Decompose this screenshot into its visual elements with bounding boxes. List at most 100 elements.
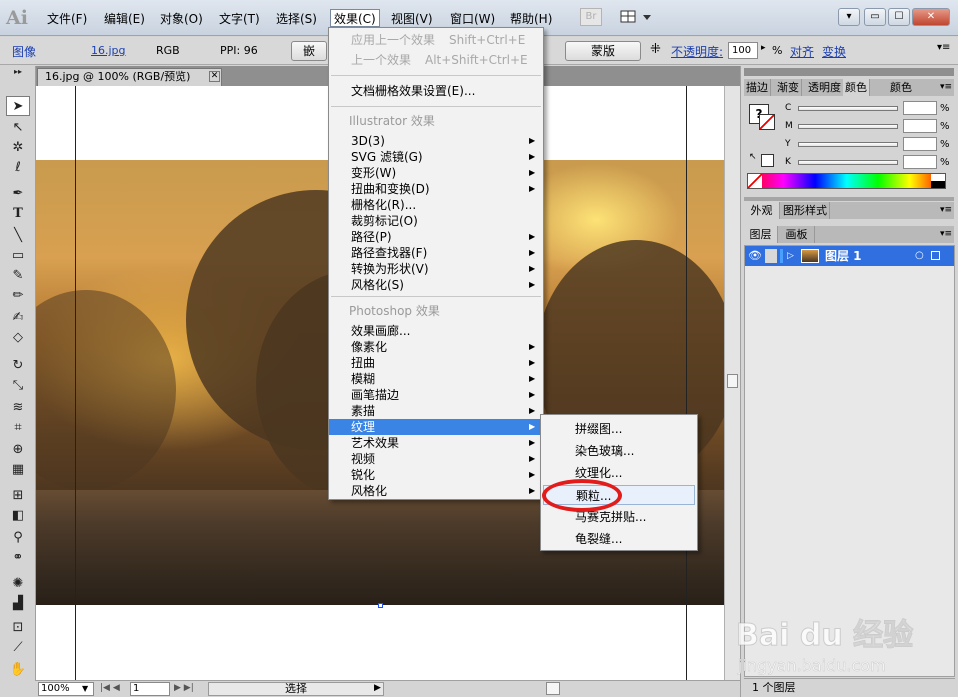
menu-window[interactable]: 窗口(W) xyxy=(447,10,498,28)
vertical-scroll-thumb[interactable] xyxy=(727,374,738,388)
menu-type[interactable]: 文字(T) xyxy=(216,10,263,28)
direct-selection-tool-icon[interactable]: ↖ xyxy=(6,118,30,138)
symbol-sprayer-tool-icon[interactable]: ✺ xyxy=(6,574,30,594)
black-swatch[interactable] xyxy=(931,181,945,188)
menu-effect-gallery[interactable]: 效果画廊... xyxy=(329,323,543,339)
warp-tool-icon[interactable]: ≋ xyxy=(6,398,30,418)
column-graph-tool-icon[interactable]: ▟ xyxy=(6,594,30,614)
tab-artboards[interactable]: 画板 xyxy=(779,226,815,243)
menu-rasterize[interactable]: 栅格化(R)... xyxy=(329,197,543,213)
type-tool-icon[interactable]: T xyxy=(6,204,30,224)
menu-distort-transform[interactable]: 扭曲和变换(D) ▶ xyxy=(329,181,543,197)
black-slider[interactable] xyxy=(798,160,898,165)
menu-crop-marks[interactable]: 裁剪标记(O) xyxy=(329,213,543,229)
tools-collapse-icon[interactable]: ▸▸ xyxy=(6,68,30,76)
appearance-panel-menu-icon[interactable]: ▾≡ xyxy=(940,202,952,219)
slice-tool-icon[interactable]: ⟋ xyxy=(6,638,30,658)
vertical-scrollbar[interactable] xyxy=(724,86,740,680)
line-tool-icon[interactable]: ╲ xyxy=(6,226,30,246)
pencil-tool-icon[interactable]: ✏ xyxy=(6,286,30,306)
selection-tool-icon[interactable]: ➤ xyxy=(6,96,30,116)
menu-document-raster-settings[interactable]: 文档栅格效果设置(E)... xyxy=(329,83,543,99)
menu-warp[interactable]: 变形(W) ▶ xyxy=(329,165,543,181)
magic-wand-tool-icon[interactable]: ✲ xyxy=(6,138,30,158)
target-icon[interactable]: ○ xyxy=(915,246,924,266)
magenta-input[interactable] xyxy=(903,119,937,133)
menu-artistic[interactable]: 艺术效果 ▶ xyxy=(329,435,543,451)
zoom-dropdown-arrow-icon[interactable]: ▼ xyxy=(82,684,88,693)
shape-builder-tool-icon[interactable]: ⊕ xyxy=(6,440,30,460)
free-transform-tool-icon[interactable]: ⌗ xyxy=(6,418,30,438)
maximize-button[interactable]: ☐ xyxy=(888,8,910,26)
horizontal-scroll-thumb[interactable] xyxy=(546,682,560,695)
current-tool-status[interactable]: 选择 xyxy=(208,682,384,696)
magenta-slider[interactable] xyxy=(798,124,898,129)
menu-blur[interactable]: 模糊 ▶ xyxy=(329,371,543,387)
document-tab[interactable]: 16.jpg @ 100% (RGB/预览) ✕ xyxy=(37,68,222,86)
minimize-button[interactable]: ▭ xyxy=(864,8,886,26)
transform-link[interactable]: 变换 xyxy=(822,43,846,60)
rectangle-tool-icon[interactable]: ▭ xyxy=(6,246,30,266)
mask-button[interactable]: 蒙版 xyxy=(565,41,641,61)
layer-name[interactable]: 图层 1 xyxy=(825,246,862,266)
menu-stained-glass[interactable]: 染色玻璃... xyxy=(543,441,695,461)
pen-tool-icon[interactable]: ✒ xyxy=(6,184,30,204)
blob-brush-tool-icon[interactable]: ✍ xyxy=(6,308,30,328)
paintbrush-tool-icon[interactable]: ✎ xyxy=(6,266,30,286)
menu-file[interactable]: 文件(F) xyxy=(44,10,90,28)
rotate-tool-icon[interactable]: ↻ xyxy=(6,356,30,376)
menu-help[interactable]: 帮助(H) xyxy=(507,10,555,28)
artboard-number-input[interactable]: 1 xyxy=(130,682,170,696)
menu-convert-to-shape[interactable]: 转换为形状(V) ▶ xyxy=(329,261,543,277)
menu-pathfinder[interactable]: 路径查找器(F) ▶ xyxy=(329,245,543,261)
color-spectrum[interactable] xyxy=(747,173,946,189)
menu-sharpen[interactable]: 锐化 ▶ xyxy=(329,467,543,483)
first-artboard-icon[interactable]: |◀ ◀ xyxy=(100,683,120,693)
menu-object[interactable]: 对象(O) xyxy=(157,10,206,28)
eyedropper-tool-icon[interactable]: ⚲ xyxy=(6,528,30,548)
tab-color[interactable]: 颜色 xyxy=(843,79,870,96)
opacity-input[interactable]: 100 xyxy=(728,42,758,59)
lasso-tool-icon[interactable]: ℓ xyxy=(6,158,30,178)
menu-stylize-photoshop[interactable]: 风格化 ▶ xyxy=(329,483,543,499)
expand-layer-icon[interactable]: ▷ xyxy=(787,246,794,266)
yellow-input[interactable] xyxy=(903,137,937,151)
menu-stylize-illustrator[interactable]: 风格化(S) ▶ xyxy=(329,277,543,293)
tab-transparency[interactable]: 透明度 xyxy=(806,79,844,96)
next-artboard-icon[interactable]: ▶ ▶| xyxy=(174,683,194,693)
layer-row[interactable]: 👁 ▷ 图层 1 ○ xyxy=(745,246,954,266)
menu-sketch[interactable]: 素描 ▶ xyxy=(329,403,543,419)
perspective-grid-tool-icon[interactable]: ▦ xyxy=(6,460,30,480)
menu-view[interactable]: 视图(V) xyxy=(388,10,436,28)
menu-pixelate[interactable]: 像素化 ▶ xyxy=(329,339,543,355)
gradient-tool-icon[interactable]: ◧ xyxy=(6,506,30,526)
visibility-eye-icon[interactable]: 👁 xyxy=(748,246,762,266)
stroke-swatch-icon[interactable] xyxy=(759,114,775,130)
menu-video[interactable]: 视频 ▶ xyxy=(329,451,543,467)
opacity-link[interactable]: 不透明度: xyxy=(671,43,723,60)
yellow-slider[interactable] xyxy=(798,142,898,147)
lock-toggle[interactable] xyxy=(765,249,777,263)
control-panel-menu-icon[interactable]: ▾≡ xyxy=(937,42,950,53)
embed-button[interactable]: 嵌 xyxy=(291,41,327,61)
workspace-switcher-button[interactable]: ▾ xyxy=(838,8,860,26)
menu-distort[interactable]: 扭曲 ▶ xyxy=(329,355,543,371)
menu-edit[interactable]: 编辑(E) xyxy=(101,10,148,28)
default-colors-icon[interactable] xyxy=(761,154,774,167)
tab-color-guide[interactable]: 颜色 xyxy=(888,79,914,96)
eraser-tool-icon[interactable]: ◇ xyxy=(6,328,30,348)
menu-3d[interactable]: 3D(3) ▶ xyxy=(329,133,543,149)
arrange-documents-button[interactable] xyxy=(619,8,655,26)
artboard-tool-icon[interactable]: ⊡ xyxy=(6,618,30,638)
menu-texture[interactable]: 纹理 ▶ xyxy=(329,419,543,435)
none-color-icon[interactable] xyxy=(748,174,762,188)
blend-tool-icon[interactable]: ⚭ xyxy=(6,548,30,568)
tab-appearance[interactable]: 外观 xyxy=(744,202,780,219)
close-button[interactable]: ✕ xyxy=(912,8,950,26)
panel-dock-header[interactable] xyxy=(744,68,954,76)
transform-reference-icon[interactable]: ⁜ xyxy=(650,42,661,57)
menu-brush-strokes[interactable]: 画笔描边 ▶ xyxy=(329,387,543,403)
scale-tool-icon[interactable]: ⤡ xyxy=(6,376,30,396)
tab-close-icon[interactable]: ✕ xyxy=(209,71,220,82)
menu-effect[interactable]: 效果(C) xyxy=(330,9,380,27)
